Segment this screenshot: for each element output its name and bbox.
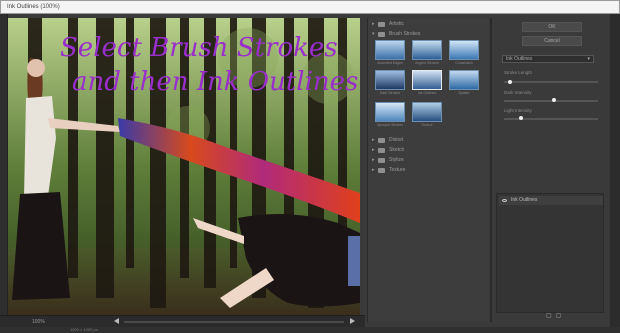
folder-icon [378, 147, 385, 153]
effect-layer-name: Ink Outlines [511, 197, 538, 203]
filter-thumb[interactable] [412, 102, 442, 122]
filter-thumb-label: Accented Edges [377, 61, 403, 65]
filter-thumb[interactable] [375, 70, 405, 90]
delete-layer-icon[interactable]: ▢ [556, 313, 566, 319]
folder-icon [378, 31, 385, 37]
cancel-button[interactable]: Cancel [522, 36, 582, 46]
handwriting-line-2: and then Ink Outlines [72, 67, 358, 97]
slider-knob[interactable] [519, 116, 523, 120]
filter-thumb[interactable] [375, 40, 405, 60]
folder-icon [378, 167, 385, 173]
preview-image: Select Brush Strokes and then Ink Outlin… [8, 18, 360, 315]
settings-panel: OK Cancel Ink Outlines ▾ Stroke Length D… [492, 18, 610, 322]
folder-distort[interactable]: ▸ Distort [368, 136, 490, 144]
folder-label: Texture [389, 167, 406, 173]
filter-browser: ▸ Artistic ▾ Brush Strokes Accented Edge… [367, 18, 489, 322]
filter-thumb-label: Spatter [458, 91, 470, 95]
slider-label-dark-intensity: Dark Intensity [504, 90, 532, 95]
folder-brush-strokes[interactable]: ▾ Brush Strokes [368, 30, 490, 38]
slider-label-light-intensity: Light Intensity [504, 108, 532, 113]
filter-thumb-label: Angled Strokes [415, 61, 439, 65]
filter-thumb-label: Sumi-e [421, 123, 433, 127]
slider-label-stroke-length: Stroke Length [504, 70, 533, 75]
eye-icon[interactable] [502, 199, 507, 202]
folder-label: Brush Strokes [389, 31, 421, 37]
window-title: Ink Outlines (100%) [7, 4, 60, 10]
layer-actions: ▢▢ [546, 312, 565, 319]
filter-thumb-label: Dark Strokes [379, 91, 401, 95]
scroll-left-icon[interactable] [114, 318, 119, 324]
zoom-level[interactable]: 100% [32, 319, 45, 325]
folder-stylize[interactable]: ▸ Stylize [368, 156, 490, 164]
folder-icon [378, 157, 385, 163]
filter-select-value: Ink Outlines [506, 56, 533, 62]
footer-text: 1000 × 1000 px [70, 327, 98, 332]
scroll-right-icon[interactable] [350, 318, 355, 324]
filter-thumb[interactable] [449, 70, 479, 90]
filter-gallery-window: Ink Outlines (100%) Select Brush Strokes… [0, 0, 620, 333]
slider-stroke-length[interactable] [504, 81, 598, 83]
filter-thumb-label: Crosshatch [455, 61, 473, 65]
filter-thumb-label: Ink Outlines [417, 91, 437, 95]
filter-thumb[interactable] [412, 40, 442, 60]
folder-icon [378, 21, 385, 27]
left-strip [0, 14, 8, 319]
title-bar: Ink Outlines (100%) [0, 0, 620, 14]
ok-button[interactable]: OK [522, 22, 582, 32]
handwriting-line-1: Select Brush Strokes [60, 33, 338, 63]
folder-label: Artistic [389, 21, 404, 27]
new-layer-icon[interactable]: ▢ [546, 313, 556, 319]
footer-bar: 1000 × 1000 px [0, 327, 620, 333]
right-strip [610, 14, 620, 327]
effect-layer-row[interactable]: Ink Outlines [499, 196, 603, 205]
preview-canvas[interactable]: Select Brush Strokes and then Ink Outlin… [8, 18, 360, 315]
folder-label: Stylize [389, 157, 404, 163]
slider-knob[interactable] [508, 80, 512, 84]
filter-thumb-selected[interactable] [412, 70, 442, 90]
folder-texture[interactable]: ▸ Texture [368, 166, 490, 174]
slider-dark-intensity[interactable] [504, 100, 598, 102]
chevron-down-icon: ▾ [587, 56, 590, 62]
folder-sketch[interactable]: ▸ Sketch [368, 146, 490, 154]
filter-thumb[interactable] [449, 40, 479, 60]
slider-knob[interactable] [552, 98, 556, 102]
filter-thumb[interactable] [375, 102, 405, 122]
folder-label: Distort [389, 137, 404, 143]
folder-icon [378, 137, 385, 143]
filter-select[interactable]: Ink Outlines ▾ [502, 55, 594, 63]
filter-thumb-label: Sprayed Strokes [377, 123, 403, 127]
folder-label: Sketch [389, 147, 405, 153]
effect-layers-list: Ink Outlines [496, 193, 604, 313]
status-bar: 100% [0, 315, 365, 327]
horizontal-scrollbar[interactable] [124, 321, 344, 323]
folder-artistic[interactable]: ▸ Artistic [368, 20, 490, 28]
